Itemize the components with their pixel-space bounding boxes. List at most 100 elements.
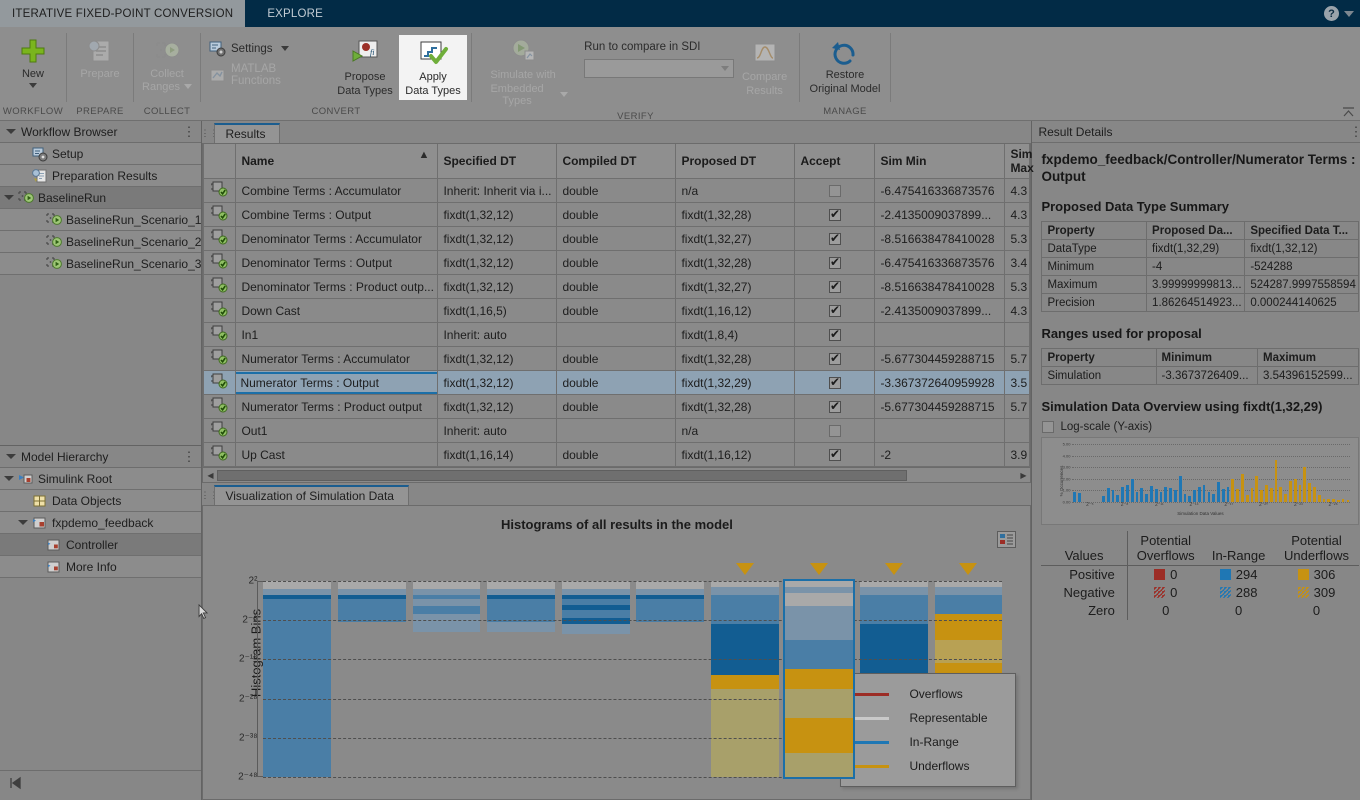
- cell-proposed-dt[interactable]: fixdt(1,32,29): [675, 370, 796, 395]
- table-row[interactable]: Numerator Terms : Accumulator fixdt(1,32,…: [203, 346, 1031, 371]
- cell-specified-dt[interactable]: fixdt(1,32,12): [437, 226, 558, 251]
- accept-checkbox[interactable]: [828, 447, 841, 462]
- cell-name[interactable]: Numerator Terms : Accumulator: [235, 346, 439, 371]
- cell-proposed-dt[interactable]: fixdt(1,32,28): [675, 250, 796, 275]
- chevron-down-icon[interactable]: [6, 454, 16, 459]
- accept-checkbox[interactable]: [828, 327, 841, 342]
- log-scale-checkbox[interactable]: [1042, 421, 1055, 433]
- scroll-left-icon[interactable]: ◀: [203, 471, 217, 480]
- cell-specified-dt[interactable]: Inherit: Inherit via i...: [437, 178, 558, 203]
- collect-ranges-button[interactable]: Collect Ranges: [138, 32, 196, 96]
- tree-item-data-objects[interactable]: Data Objects: [0, 490, 202, 512]
- tree-item-baselinerun-scenario-3[interactable]: BaselineRun_Scenario_3: [0, 253, 202, 275]
- cell-proposed-dt[interactable]: fixdt(1,32,27): [675, 274, 796, 299]
- cell-specified-dt[interactable]: fixdt(1,16,5): [437, 298, 558, 323]
- table-row[interactable]: Up Cast fixdt(1,16,14) double fixdt(1,16,12…: [203, 442, 1031, 467]
- histogram-column[interactable]: [338, 581, 406, 777]
- accept-checkbox[interactable]: [828, 279, 841, 294]
- cell-name[interactable]: Denominator Terms : Product outp...: [235, 274, 439, 299]
- cell-name[interactable]: Denominator Terms : Accumulator: [235, 226, 439, 251]
- accept-checkbox[interactable]: [828, 399, 841, 414]
- table-row[interactable]: Down Cast fixdt(1,16,5) double fixdt(1,16,1…: [203, 298, 1031, 323]
- prepare-button[interactable]: Prepare: [71, 32, 129, 84]
- table-row[interactable]: Denominator Terms : Output fixdt(1,32,12)…: [203, 250, 1031, 275]
- propose-data-types-button[interactable]: fi Propose Data Types: [331, 35, 399, 100]
- accept-checkbox[interactable]: [828, 303, 841, 318]
- col-sim-max[interactable]: Sim Max: [1004, 144, 1034, 179]
- scrollbar-thumb[interactable]: [217, 469, 908, 481]
- accept-checkbox[interactable]: [828, 351, 841, 366]
- cell-name[interactable]: Numerator Terms : Product output: [235, 394, 439, 419]
- cell-accept[interactable]: [794, 274, 876, 299]
- cell-name[interactable]: Combine Terms : Output: [235, 202, 439, 227]
- histogram-column[interactable]: [783, 579, 856, 779]
- accept-checkbox[interactable]: [828, 255, 841, 270]
- col-name[interactable]: Name ▲: [235, 144, 439, 179]
- column-header[interactable]: Proposed Da...: [1146, 221, 1246, 240]
- cell-name[interactable]: In1: [235, 322, 439, 347]
- drag-grip-icon[interactable]: ⋮⋮: [200, 123, 218, 143]
- cell-specified-dt[interactable]: fixdt(1,32,12): [437, 394, 558, 419]
- table-row[interactable]: Denominator Terms : Product outp... fixdt…: [203, 274, 1031, 299]
- cell-specified-dt[interactable]: fixdt(1,32,12): [437, 250, 558, 275]
- histogram-column[interactable]: [263, 581, 332, 777]
- chevron-down-icon[interactable]: [4, 476, 14, 481]
- chevron-down-icon[interactable]: [280, 46, 289, 51]
- cell-specified-dt[interactable]: fixdt(1,32,12): [437, 202, 558, 227]
- simulate-with-embedded-types-button[interactable]: Simulate with Embedded Types: [476, 33, 570, 111]
- chevron-down-icon[interactable]: [29, 82, 37, 88]
- go-to-start-icon[interactable]: [8, 776, 22, 795]
- col-accept[interactable]: Accept: [794, 144, 876, 179]
- scroll-right-icon[interactable]: ▶: [1016, 471, 1030, 480]
- cell-accept[interactable]: [794, 322, 876, 347]
- cell-name[interactable]: Out1: [235, 418, 439, 443]
- column-header[interactable]: Specified Data T...: [1244, 221, 1360, 240]
- accept-checkbox[interactable]: [828, 207, 841, 222]
- tree-item-preparation-results[interactable]: Preparation Results: [0, 165, 202, 187]
- histogram-column[interactable]: [710, 581, 779, 777]
- table-row[interactable]: Numerator Terms : Output fixdt(1,32,12) do…: [203, 370, 1031, 395]
- chevron-down-icon[interactable]: [6, 129, 16, 134]
- cell-specified-dt[interactable]: fixdt(1,16,14): [437, 442, 558, 467]
- col-compiled-dt[interactable]: Compiled DT: [556, 144, 677, 179]
- column-header[interactable]: Minimum: [1155, 348, 1258, 367]
- cell-name[interactable]: Numerator Terms : Output: [235, 370, 439, 395]
- accept-checkbox[interactable]: [828, 231, 841, 246]
- new-button[interactable]: New: [4, 32, 62, 91]
- cell-accept[interactable]: [794, 250, 876, 275]
- cell-name[interactable]: Down Cast: [235, 298, 439, 323]
- cell-name[interactable]: Up Cast: [235, 442, 439, 467]
- tree-item-fxpdemo-feedback[interactable]: fxpdemo_feedback: [0, 512, 202, 534]
- table-row[interactable]: Combine Terms : Output fixdt(1,32,12) doub…: [203, 202, 1031, 227]
- panel-options-icon[interactable]: ⋮: [182, 125, 195, 138]
- cell-accept[interactable]: [794, 178, 876, 203]
- table-row[interactable]: In1 Inherit: auto fixdt(1,8,4): [203, 322, 1031, 347]
- chevron-down-icon[interactable]: [4, 195, 14, 200]
- cell-name[interactable]: Denominator Terms : Output: [235, 250, 439, 275]
- tree-item-setup[interactable]: Setup: [0, 143, 202, 165]
- histogram-column[interactable]: [487, 581, 556, 777]
- col-proposed-dt[interactable]: Proposed DT: [675, 144, 796, 179]
- tab-results[interactable]: Results: [214, 123, 281, 143]
- tree-item-simulink-root[interactable]: Simulink Root: [0, 468, 202, 490]
- table-row[interactable]: Combine Terms : Accumulator Inherit: Inhe…: [203, 178, 1031, 203]
- tree-item-more-info[interactable]: More Info: [0, 556, 202, 578]
- tree-item-baselinerun-scenario-1[interactable]: BaselineRun_Scenario_1: [0, 209, 202, 231]
- cell-specified-dt[interactable]: Inherit: auto: [437, 418, 558, 443]
- table-row[interactable]: Out1 Inherit: auto n/a: [203, 418, 1031, 443]
- chevron-down-icon[interactable]: [560, 92, 569, 97]
- restore-original-model-button[interactable]: Restore Original Model: [804, 33, 886, 98]
- cell-proposed-dt[interactable]: fixdt(1,32,28): [675, 202, 796, 227]
- cell-name[interactable]: Combine Terms : Accumulator: [235, 178, 439, 203]
- tree-item-baselinerun[interactable]: BaselineRun: [0, 187, 202, 209]
- cell-proposed-dt[interactable]: n/a: [675, 418, 796, 443]
- cell-proposed-dt[interactable]: fixdt(1,32,27): [675, 226, 796, 251]
- cell-proposed-dt[interactable]: fixdt(1,8,4): [675, 322, 796, 347]
- col-sim-min[interactable]: Sim Min: [874, 144, 1006, 179]
- histogram-column[interactable]: [561, 581, 630, 777]
- cell-proposed-dt[interactable]: fixdt(1,16,12): [675, 442, 796, 467]
- sdi-run-combo[interactable]: [584, 59, 735, 78]
- apply-data-types-button[interactable]: Apply Data Types: [399, 35, 467, 100]
- cell-specified-dt[interactable]: fixdt(1,32,12): [437, 274, 558, 299]
- col-specified-dt[interactable]: Specified DT: [437, 144, 558, 179]
